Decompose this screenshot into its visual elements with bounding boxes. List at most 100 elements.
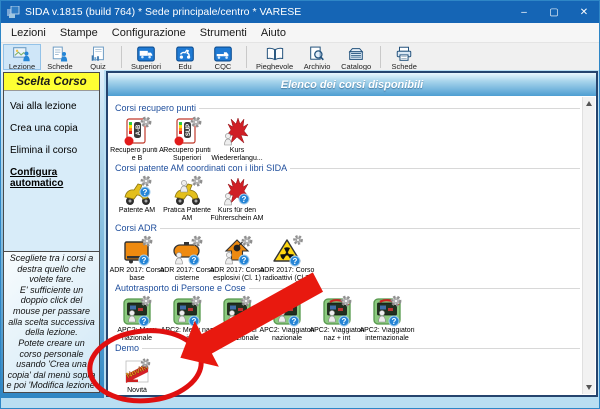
toolbar-separator <box>380 46 381 68</box>
scroll-down-icon[interactable] <box>583 381 595 394</box>
course-item[interactable]: ?APC2: Viaggiatori nazionale <box>262 295 312 344</box>
sidebar-link-crea-una-copia[interactable]: Crea una copia <box>10 123 93 134</box>
sidebar-link-elimina-il-corso[interactable]: Elimina il corso <box>10 145 93 156</box>
course-item[interactable]: ? ADR 2017: Corso cisterne <box>162 235 212 284</box>
course-item[interactable]: ?APC2: Merci internazionale <box>212 295 262 344</box>
svg-text:?: ? <box>242 195 247 204</box>
svg-text:?: ? <box>242 256 247 265</box>
group-divider-line <box>142 348 580 349</box>
svg-text:?: ? <box>142 317 147 326</box>
svg-text:?: ? <box>192 256 197 265</box>
apc-truck-icon: ? <box>121 295 153 327</box>
course-item[interactable]: ?ADR 2017: Corso radioattivi (Cl.7) <box>262 235 312 284</box>
course-item[interactable]: ?APC2: Viaggiatori internazionale <box>362 295 412 344</box>
apc-truck-arrow-icon: ? <box>371 295 403 327</box>
course-item-label: Recupero punti Superiori <box>159 147 215 164</box>
toolbar-button-catalogo[interactable]: Catalogo <box>336 44 376 70</box>
course-item[interactable]: SUP Recupero punti Superiori <box>162 115 212 164</box>
menu-stampe[interactable]: Stampe <box>53 27 105 39</box>
toolbar-button-schede[interactable]: Schede <box>41 44 79 70</box>
course-group: Autotrasporto di Persone e Cose?APC2: Me… <box>112 282 580 342</box>
svg-text:SUP: SUP <box>186 124 192 136</box>
points-book-ab-icon: A-B <box>121 115 153 147</box>
tyrol-eagle-question-icon: ? <box>221 175 253 207</box>
course-item[interactable]: ?APC2: Merci nazionale <box>112 295 162 344</box>
sidebar-title: Scelta Corso <box>4 73 99 91</box>
toolbar-button-lezione[interactable]: Lezione <box>3 44 41 70</box>
lesson-picture-icon <box>13 46 31 62</box>
apc-truck-icon: ? <box>171 295 203 327</box>
course-choice-box: Scelta Corso Vai alla lezione Crea una c… <box>3 72 100 252</box>
toolbar-separator <box>121 46 122 68</box>
course-item[interactable]: Pratica Patente AM <box>162 175 212 224</box>
group-divider-line <box>160 228 580 229</box>
course-item[interactable]: ? Patente AM <box>112 175 162 224</box>
course-item-label: APC2: Viaggiatori nazionale <box>259 327 315 344</box>
close-button[interactable]: ✕ <box>569 1 599 23</box>
course-item[interactable]: ? ADR 2017: Corso esplosivi (Cl. 1) <box>212 235 262 284</box>
open-book-icon <box>266 46 284 62</box>
svg-text:?: ? <box>142 256 147 265</box>
menu-aiuto[interactable]: Aiuto <box>254 27 293 39</box>
toolbar-button-archivio[interactable]: Archivio <box>298 44 336 70</box>
menu-lezioni[interactable]: Lezioni <box>4 27 53 39</box>
course-item[interactable]: ?Kurs für den Führerschein AM <box>212 175 262 224</box>
group-divider-line <box>199 108 580 109</box>
help-box: Scegliete tra i corsi a destra quello ch… <box>3 251 100 393</box>
sidebar-links: Vai alla lezione Crea una copia Elimina … <box>4 91 99 189</box>
course-item-label: ADR 2017: Corso base <box>109 267 165 284</box>
sidebar-link-configura-automatico[interactable]: Configura automatico <box>10 167 93 189</box>
points-book-sup-icon: SUP <box>171 115 203 147</box>
course-group-label: Demo <box>115 343 139 353</box>
toolbar-button-cqc[interactable]: CQC <box>204 44 242 70</box>
course-list-panel: Elenco dei corsi disponibili Corsi recup… <box>106 71 598 397</box>
svg-text:?: ? <box>143 188 148 197</box>
svg-text:?: ? <box>192 317 197 326</box>
course-item-label: ADR 2017: Corso radioattivi (Cl.7) <box>259 267 315 284</box>
toolbar-button-superiori[interactable]: Superiori <box>126 44 166 70</box>
course-item-label: Novità <box>109 387 165 395</box>
course-item-label: APC2: Viaggiatori internazionale <box>359 327 415 344</box>
course-item[interactable]: NovitàNovità <box>112 355 162 395</box>
course-group: Corsi recupero punti A-BRecupero punti A … <box>112 102 580 162</box>
toolbar-button-schede[interactable]: Schede <box>385 44 423 70</box>
svg-text:?: ? <box>342 317 347 326</box>
app-window: SIDA v.1815 (build 764) * Sede principal… <box>0 0 600 409</box>
minimize-button[interactable]: – <box>509 1 539 23</box>
maximize-button[interactable]: ▢ <box>539 1 569 23</box>
app-icon <box>7 6 20 19</box>
course-item[interactable]: ?APC2: Merci naz + int <box>162 295 212 344</box>
apc-truck-icon: ? <box>271 295 303 327</box>
course-group-label: Corsi recupero punti <box>115 103 196 113</box>
vertical-scrollbar[interactable] <box>582 97 595 394</box>
help-text: Scegliete tra i corsi a destra quello ch… <box>4 253 99 391</box>
svg-text:?: ? <box>392 317 397 326</box>
novita-icon: Novità <box>121 355 153 387</box>
course-item[interactable]: ? ADR 2017: Corso base <box>112 235 162 284</box>
svg-text:?: ? <box>292 317 297 326</box>
svg-text:?: ? <box>293 257 298 266</box>
toolbar-button-edu[interactable]: Edu <box>166 44 204 70</box>
course-item-label: ADR 2017: Corso cisterne <box>159 267 215 284</box>
menu-strumenti[interactable]: Strumenti <box>193 27 254 39</box>
toolbar-button-quiz[interactable]: Quiz <box>79 44 117 70</box>
quiz-sheet-icon <box>89 46 107 62</box>
window-title: SIDA v.1815 (build 764) * Sede principal… <box>25 6 301 18</box>
scooter-blue-icon <box>176 46 194 62</box>
course-item[interactable]: Kurs Wiedererlangu... <box>212 115 262 164</box>
scroll-up-icon[interactable] <box>583 97 595 110</box>
toolbar-button-pieghevole[interactable]: Pieghevole <box>251 44 298 70</box>
course-item[interactable]: A-BRecupero punti A e B <box>112 115 162 164</box>
course-item[interactable]: ?APC2: Viaggiatori naz + int <box>312 295 362 344</box>
truck-blue-icon <box>137 46 155 62</box>
course-item-label: ADR 2017: Corso esplosivi (Cl. 1) <box>209 267 265 284</box>
scooter-question-icon: ? <box>121 175 153 207</box>
course-item-label: Patente AM <box>109 207 165 224</box>
course-item-label: Kurs Wiedererlangu... <box>209 147 265 164</box>
menu-configurazione[interactable]: Configurazione <box>105 27 193 39</box>
sidebar-link-vai-alla-lezione[interactable]: Vai alla lezione <box>10 101 93 112</box>
card-drawer-icon <box>347 46 365 62</box>
adr-radioactive-icon: ? <box>271 235 303 267</box>
adr-explosive-icon: ? <box>221 235 253 267</box>
window-controls: – ▢ ✕ <box>509 1 599 23</box>
